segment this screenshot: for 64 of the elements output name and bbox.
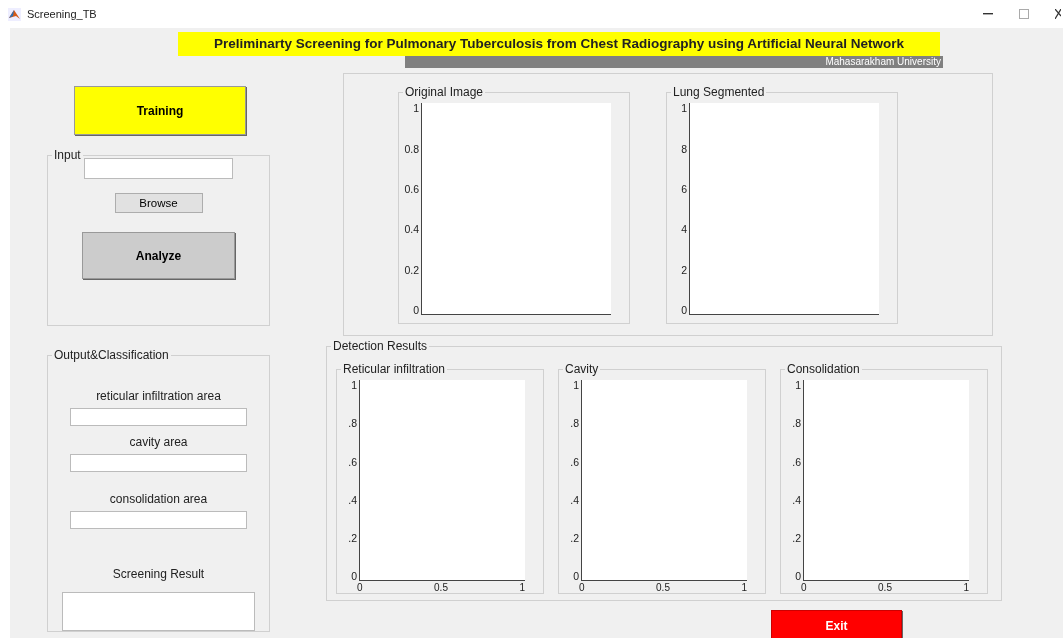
- output-field[interactable]: [70, 511, 247, 530]
- tick-label: 0: [681, 305, 687, 316]
- university-label: Mahasarakham University: [405, 56, 943, 69]
- tick-label: 4: [681, 224, 687, 235]
- tick-label: 1: [413, 103, 419, 114]
- tick-label: .6: [348, 456, 357, 467]
- tick-label: 1: [963, 582, 969, 594]
- output-field[interactable]: [70, 454, 247, 473]
- tick-label: 1: [351, 380, 357, 391]
- axes-title: Original Image: [403, 85, 486, 100]
- tick-label: 0.4: [404, 224, 419, 235]
- tick-label: 0.5: [656, 582, 670, 594]
- analyze-button[interactable]: Analyze: [82, 232, 235, 280]
- tick-label: .2: [348, 533, 357, 543]
- banner-title: Preliminarty Screening for Pulmonary Tuberculosis from Chest Radiography using Artificial Neural Network: [178, 32, 940, 57]
- tick-label: 0.8: [404, 143, 419, 154]
- tick-label: 0: [351, 571, 357, 582]
- axes-title: Lung Segmented: [671, 85, 767, 100]
- screening-result-box[interactable]: [62, 592, 255, 632]
- tick-label: .4: [792, 494, 801, 505]
- panel-title: Input: [52, 148, 83, 163]
- exit-button[interactable]: Exit: [771, 610, 902, 638]
- tick-label: 1: [795, 380, 801, 391]
- tick-label: .4: [348, 494, 357, 505]
- close-icon[interactable]: [1055, 9, 1061, 19]
- tick-label: 2: [681, 264, 687, 275]
- tick-label: 0.6: [404, 184, 419, 195]
- field-label: cavity area: [129, 435, 188, 450]
- tick-label: 0: [795, 571, 801, 582]
- tick-label: .8: [570, 418, 579, 429]
- tick-label: 6: [681, 184, 687, 195]
- tick-label: .8: [348, 418, 357, 429]
- file-path-field[interactable]: [84, 158, 233, 180]
- maximize-icon[interactable]: [1019, 9, 1029, 19]
- tick-label: 1: [519, 582, 525, 594]
- tick-label: 0: [573, 571, 579, 582]
- output-field[interactable]: [70, 408, 247, 427]
- tick-label: 0.5: [878, 582, 892, 594]
- field-label: consolidation area: [109, 492, 208, 507]
- panel-title: Output&Classification: [52, 348, 171, 363]
- tick-label: 0: [801, 582, 807, 594]
- window-title: Screening_TB: [27, 6, 97, 22]
- tick-label: .8: [792, 418, 801, 429]
- tick-label: 1: [681, 103, 687, 114]
- axes-title: Cavity: [563, 362, 601, 377]
- tick-label: 0: [579, 582, 585, 594]
- tick-label: 0: [413, 305, 419, 316]
- tick-label: .4: [570, 494, 579, 505]
- tick-label: .2: [792, 533, 801, 543]
- tick-label: 0: [357, 582, 363, 594]
- tick-label: .2: [570, 533, 579, 543]
- minimize-icon[interactable]: [983, 13, 993, 15]
- browse-button[interactable]: Browse: [114, 193, 203, 214]
- tick-label: .6: [792, 456, 801, 467]
- tick-label: 0.2: [404, 264, 419, 275]
- training-button[interactable]: Training: [74, 86, 246, 136]
- field-label: reticular infiltration area: [96, 389, 221, 404]
- tick-label: 0.5: [434, 582, 448, 594]
- tick-label: 8: [681, 143, 687, 154]
- tick-label: .6: [570, 456, 579, 467]
- tick-label: 1: [573, 380, 579, 391]
- tick-label: 1: [741, 582, 747, 594]
- app-logo-icon: [8, 7, 21, 21]
- result-label: Screening Result: [112, 567, 205, 582]
